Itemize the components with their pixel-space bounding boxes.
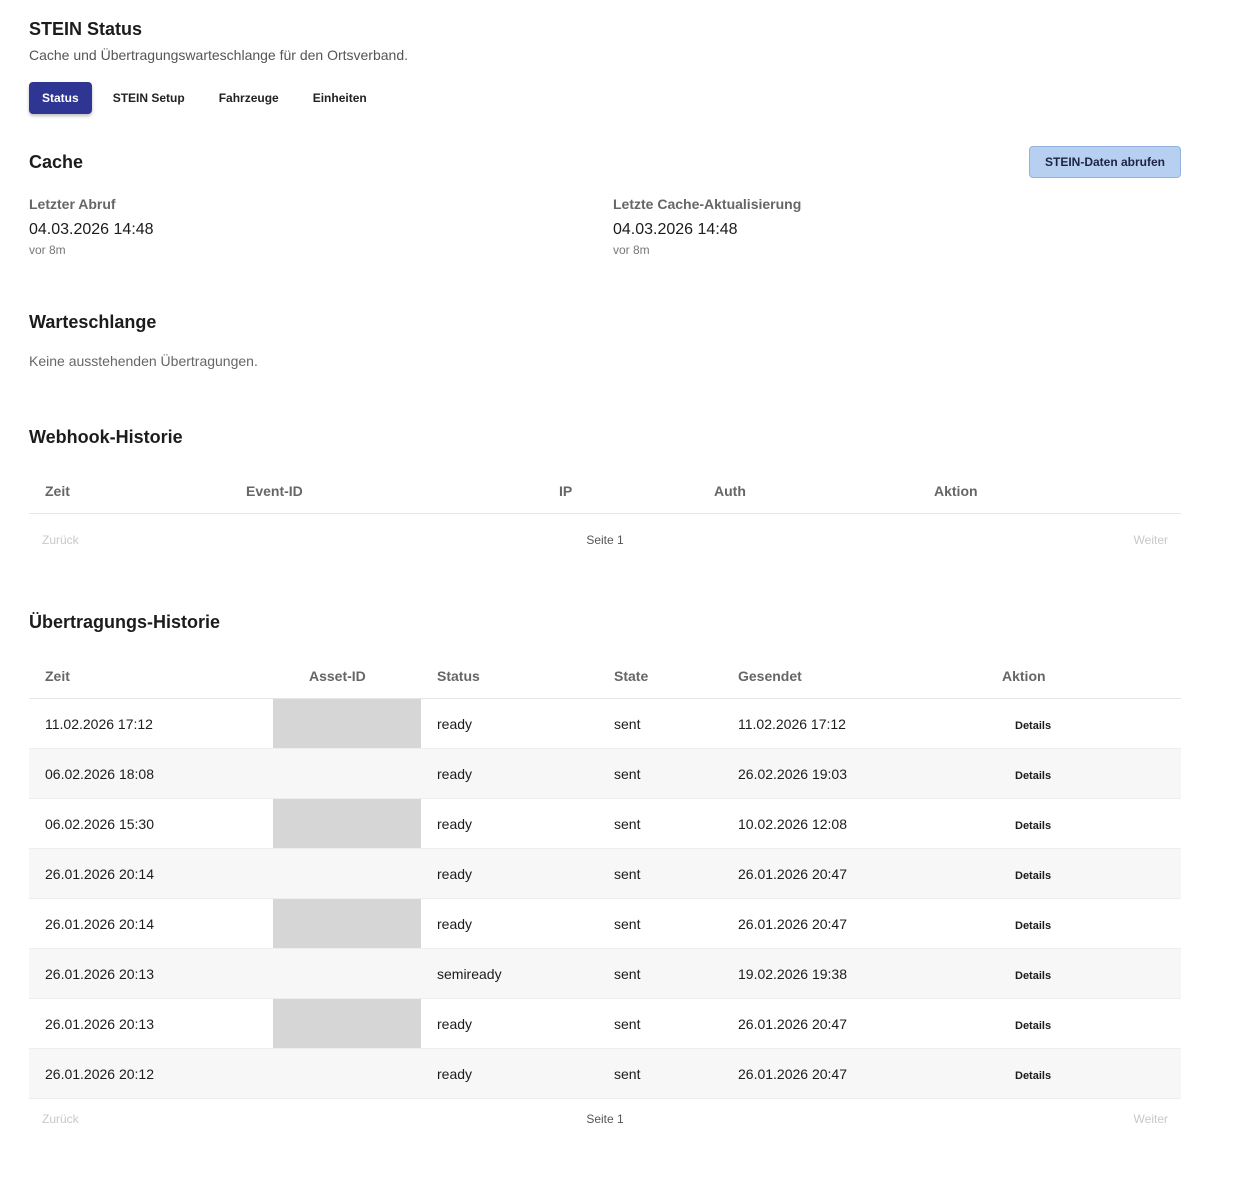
asset-id-redacted bbox=[273, 898, 421, 949]
cell-status: ready bbox=[421, 748, 598, 799]
webhook-page-label: Seite 1 bbox=[586, 533, 624, 547]
webhook-table-header: Zeit Event-ID IP Auth Aktion bbox=[29, 468, 1181, 514]
tab-einheiten[interactable]: Einheiten bbox=[300, 82, 380, 114]
cell-gesendet: 26.01.2026 20:47 bbox=[722, 1048, 986, 1099]
cell-gesendet: 11.02.2026 17:12 bbox=[722, 698, 986, 749]
queue-section-title: Warteschlange bbox=[29, 312, 157, 332]
details-button[interactable]: Details bbox=[1015, 1070, 1051, 1082]
details-button[interactable]: Details bbox=[1015, 820, 1051, 832]
transfer-table: Zeit Asset-ID Status State Gesendet Akti… bbox=[29, 653, 1181, 1099]
column-header-ip: IP bbox=[543, 468, 698, 514]
column-header-zeit: Zeit bbox=[29, 653, 273, 699]
cell-status: ready bbox=[421, 898, 598, 949]
cell-gesendet: 26.01.2026 20:47 bbox=[722, 848, 986, 899]
webhook-section-title: Webhook-Historie bbox=[29, 427, 183, 447]
asset-id-redacted bbox=[273, 698, 421, 749]
details-button[interactable]: Details bbox=[1015, 720, 1051, 732]
column-header-aktion: Aktion bbox=[918, 468, 1181, 514]
cell-status: ready bbox=[421, 1048, 598, 1099]
page-title: STEIN Status bbox=[29, 19, 143, 39]
table-row: 26.01.2026 20:14 ready sent 26.01.2026 2… bbox=[29, 898, 1181, 949]
cell-gesendet: 26.02.2026 19:03 bbox=[722, 748, 986, 799]
column-header-state: State bbox=[598, 653, 722, 699]
table-row: 26.01.2026 20:12 ready sent 26.01.2026 2… bbox=[29, 1048, 1181, 1099]
last-cache-update-value: 04.03.2026 14:48 bbox=[613, 221, 738, 238]
column-header-asset-id: Asset-ID bbox=[273, 653, 421, 699]
cell-status: ready bbox=[421, 798, 598, 849]
table-row: 26.01.2026 20:13 ready sent 26.01.2026 2… bbox=[29, 998, 1181, 1049]
last-fetch-label: Letzter Abruf bbox=[29, 196, 116, 212]
cell-zeit: 06.02.2026 15:30 bbox=[29, 798, 273, 849]
transfer-page-label: Seite 1 bbox=[586, 1112, 624, 1126]
transfer-pager: Zurück Seite 1 Weiter bbox=[29, 1112, 1181, 1132]
transfer-next-button[interactable]: Weiter bbox=[1134, 1112, 1168, 1126]
column-header-status: Status bbox=[421, 653, 598, 699]
cell-zeit: 11.02.2026 17:12 bbox=[29, 698, 273, 749]
cell-gesendet: 10.02.2026 12:08 bbox=[722, 798, 986, 849]
cell-zeit: 26.01.2026 20:13 bbox=[29, 948, 273, 999]
cell-gesendet: 26.01.2026 20:47 bbox=[722, 998, 986, 1049]
cell-zeit: 26.01.2026 20:14 bbox=[29, 898, 273, 949]
last-cache-update-label: Letzte Cache-Aktualisierung bbox=[613, 196, 802, 212]
asset-id-redacted bbox=[273, 748, 421, 799]
cell-gesendet: 19.02.2026 19:38 bbox=[722, 948, 986, 999]
asset-id-redacted bbox=[273, 998, 421, 1049]
transfer-section-title: Übertragungs-Historie bbox=[29, 612, 221, 632]
asset-id-redacted bbox=[273, 848, 421, 899]
cell-state: sent bbox=[598, 1048, 722, 1099]
asset-id-redacted bbox=[273, 798, 421, 849]
column-header-aktion: Aktion bbox=[986, 653, 1181, 699]
webhook-pager: Zurück Seite 1 Weiter bbox=[29, 533, 1181, 553]
cell-zeit: 06.02.2026 18:08 bbox=[29, 748, 273, 799]
details-button[interactable]: Details bbox=[1015, 970, 1051, 982]
table-row: 06.02.2026 15:30 ready sent 10.02.2026 1… bbox=[29, 798, 1181, 849]
details-button[interactable]: Details bbox=[1015, 1020, 1051, 1032]
cell-state: sent bbox=[598, 948, 722, 999]
cell-zeit: 26.01.2026 20:13 bbox=[29, 998, 273, 1049]
tab-fahrzeuge[interactable]: Fahrzeuge bbox=[206, 82, 292, 114]
asset-id-redacted bbox=[273, 948, 421, 999]
cell-zeit: 26.01.2026 20:12 bbox=[29, 1048, 273, 1099]
fetch-stein-data-button[interactable]: STEIN-Daten abrufen bbox=[1029, 146, 1181, 178]
cell-status: ready bbox=[421, 848, 598, 899]
table-row: 26.01.2026 20:14 ready sent 26.01.2026 2… bbox=[29, 848, 1181, 899]
tab-status[interactable]: Status bbox=[29, 82, 92, 114]
cell-state: sent bbox=[598, 748, 722, 799]
cell-state: sent bbox=[598, 698, 722, 749]
last-fetch-value: 04.03.2026 14:48 bbox=[29, 221, 154, 238]
cell-state: sent bbox=[598, 998, 722, 1049]
last-cache-update-stat: Letzte Cache-Aktualisierung 04.03.2026 1… bbox=[613, 196, 801, 257]
table-row: 11.02.2026 17:12 ready sent 11.02.2026 1… bbox=[29, 698, 1181, 749]
details-button[interactable]: Details bbox=[1015, 870, 1051, 882]
details-button[interactable]: Details bbox=[1015, 920, 1051, 932]
last-fetch-stat: Letzter Abruf 04.03.2026 14:48 vor 8m bbox=[29, 196, 154, 257]
cell-state: sent bbox=[598, 798, 722, 849]
tab-stein-setup[interactable]: STEIN Setup bbox=[100, 82, 198, 114]
asset-id-redacted bbox=[273, 1048, 421, 1099]
page-subtitle: Cache und Übertragungswarteschlange für … bbox=[29, 47, 408, 63]
details-button[interactable]: Details bbox=[1015, 770, 1051, 782]
webhook-next-button[interactable]: Weiter bbox=[1134, 533, 1168, 547]
webhook-table: Zeit Event-ID IP Auth Aktion bbox=[29, 468, 1181, 514]
cell-status: semiready bbox=[421, 948, 598, 999]
column-header-auth: Auth bbox=[698, 468, 918, 514]
last-fetch-relative: vor 8m bbox=[29, 243, 66, 257]
cell-gesendet: 26.01.2026 20:47 bbox=[722, 898, 986, 949]
transfer-table-header: Zeit Asset-ID Status State Gesendet Akti… bbox=[29, 653, 1181, 699]
column-header-event-id: Event-ID bbox=[230, 468, 543, 514]
table-row: 26.01.2026 20:13 semiready sent 19.02.20… bbox=[29, 948, 1181, 999]
last-cache-update-relative: vor 8m bbox=[613, 243, 650, 257]
tab-bar: Status STEIN Setup Fahrzeuge Einheiten bbox=[29, 82, 388, 114]
cell-status: ready bbox=[421, 698, 598, 749]
cache-section-title: Cache bbox=[29, 152, 84, 172]
column-header-zeit: Zeit bbox=[29, 468, 230, 514]
cell-state: sent bbox=[598, 898, 722, 949]
cell-zeit: 26.01.2026 20:14 bbox=[29, 848, 273, 899]
column-header-gesendet: Gesendet bbox=[722, 653, 986, 699]
table-row: 06.02.2026 18:08 ready sent 26.02.2026 1… bbox=[29, 748, 1181, 799]
cell-state: sent bbox=[598, 848, 722, 899]
cell-status: ready bbox=[421, 998, 598, 1049]
queue-empty-message: Keine ausstehenden Übertragungen. bbox=[29, 353, 258, 369]
